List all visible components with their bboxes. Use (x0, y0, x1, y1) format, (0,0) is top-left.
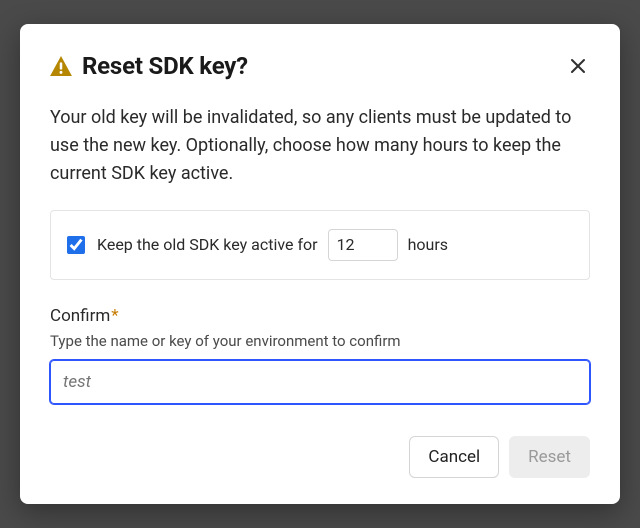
confirm-label: Confirm* (50, 306, 590, 326)
confirm-section: Confirm* Type the name or key of your en… (50, 306, 590, 404)
confirm-label-text: Confirm (50, 306, 110, 326)
confirm-hint: Type the name or key of your environment… (50, 332, 590, 350)
hours-input[interactable] (328, 229, 398, 261)
close-icon (570, 62, 586, 77)
keep-active-label-after: hours (408, 235, 448, 254)
keep-active-checkbox[interactable] (67, 236, 85, 254)
warning-icon (50, 56, 72, 76)
keep-active-label-before: Keep the old SDK key active for (97, 235, 318, 254)
reset-button[interactable]: Reset (509, 436, 590, 478)
modal-title: Reset SDK key? (82, 52, 248, 80)
modal-description: Your old key will be invalidated, so any… (50, 104, 590, 188)
required-indicator: * (111, 306, 118, 326)
close-button[interactable] (566, 54, 590, 78)
reset-sdk-key-modal: Reset SDK key? Your old key will be inva… (20, 24, 620, 504)
modal-footer: Cancel Reset (50, 436, 590, 478)
cancel-button[interactable]: Cancel (409, 436, 499, 478)
confirm-input[interactable] (50, 360, 590, 404)
keep-active-label: Keep the old SDK key active for hours (97, 229, 448, 261)
title-wrap: Reset SDK key? (50, 52, 248, 80)
keep-active-option: Keep the old SDK key active for hours (50, 210, 590, 280)
modal-header: Reset SDK key? (50, 52, 590, 80)
